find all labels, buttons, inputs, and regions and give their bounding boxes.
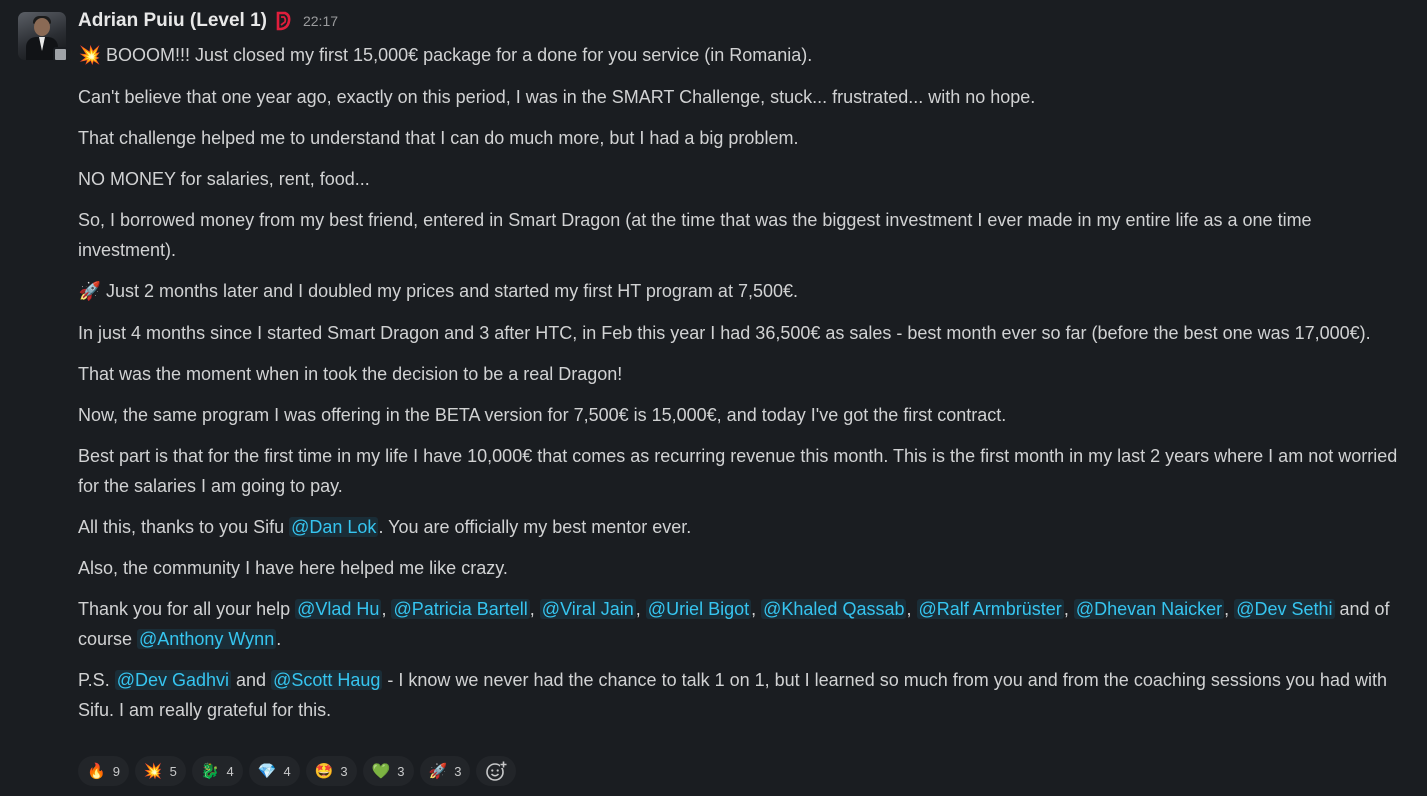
reaction-count: 4 [226,763,234,779]
message-paragraph: NO MONEY for salaries, rent, food... [78,169,370,189]
message-paragraph: Thank you for all your help @Vlad Hu, @P… [78,599,1390,649]
reaction-fire[interactable]: 🔥 9 [78,756,129,786]
message-paragraph: Best part is that for the first time in … [78,446,1398,496]
presence-status-icon [53,47,68,62]
reaction-dragon[interactable]: 🐉 4 [191,756,243,786]
dragon-badge-icon [276,11,291,31]
mention-link[interactable]: @Khaled Qassab [761,599,907,619]
message-paragraph: Also, the community I have here helped m… [78,558,508,578]
star-struck-icon: 🤩 [314,762,334,780]
rocket-emoji-icon: 🚀 [78,281,102,302]
collision-icon: 💥 [143,762,163,780]
reaction-gem[interactable]: 💎 4 [248,756,300,786]
mention-link[interactable]: @Patricia Bartell [391,599,530,619]
message-paragraph: 🚀 Just 2 months later and I doubled my pr… [78,276,1398,307]
fire-icon: 🔥 [87,762,106,780]
reaction-green-heart[interactable]: 💚 3 [362,756,414,786]
collision-emoji-icon: 💥 [78,45,102,66]
message-paragraph: Can't believe that one year ago, exactly… [78,87,1036,107]
green-heart-icon: 💚 [371,762,391,780]
mention-link[interactable]: @Uriel Bigot [645,599,752,619]
chat-message: Adrian Puiu (Level 1) 22:17 💥 BOOOM!!! Ju… [0,0,1427,796]
message-timestamp[interactable]: 22:17 [303,13,338,29]
mention-link[interactable]: @Anthony Wynn [137,629,277,649]
rocket-icon: 🚀 [428,762,448,780]
reaction-count: 4 [283,763,291,779]
message-paragraph: That was the moment when in took the dec… [78,364,623,384]
dragon-icon: 🐉 [200,762,220,780]
mention-link[interactable]: @Viral Jain [539,599,636,619]
gem-icon: 💎 [257,762,277,780]
reaction-count: 5 [169,763,177,779]
message-paragraph: Now, the same program I was offering in … [78,405,1007,425]
mention-link[interactable]: @Vlad Hu [295,599,382,619]
add-reaction-button[interactable] [476,756,517,786]
message-paragraph: 💥 BOOOM!!! Just closed my first 15,000€ p… [78,40,1398,71]
mention-link[interactable]: @Dan Lok [289,517,379,537]
message-paragraph: P.S. @Dev Gadhvi and @Scott Haug - I kno… [78,670,1387,720]
message-paragraph: That challenge helped me to understand t… [78,128,799,148]
mention-link[interactable]: @Dev Sethi [1234,599,1335,619]
reaction-count: 3 [397,763,405,779]
reaction-count: 3 [340,763,348,779]
mention-link[interactable]: @Dhevan Naicker [1073,599,1225,619]
message-body: 💥 BOOOM!!! Just closed my first 15,000€ p… [78,40,1398,736]
mention-link[interactable]: @Ralf Armbrüster [916,599,1064,619]
reaction-rocket[interactable]: 🚀 3 [419,756,471,786]
reaction-star-struck[interactable]: 🤩 3 [305,756,357,786]
add-reaction-icon [486,761,508,781]
message-paragraph: All this, thanks to you Sifu @Dan Lok. Y… [78,517,692,537]
mention-link[interactable]: @Scott Haug [271,670,383,690]
message-paragraph: In just 4 months since I started Smart D… [78,323,1371,343]
message-header: Adrian Puiu (Level 1) 22:17 [78,9,338,33]
author-name[interactable]: Adrian Puiu (Level 1) [78,10,267,32]
reactions-bar: 🔥 9 💥 5 🐉 4 💎 4 🤩 3 💚 3 🚀 3 [78,756,517,786]
reaction-count: 9 [112,763,120,779]
message-paragraph: So, I borrowed money from my best friend… [78,210,1312,260]
reaction-collision[interactable]: 💥 5 [134,756,186,786]
reaction-count: 3 [454,763,462,779]
mention-link[interactable]: @Dev Gadhvi [114,670,232,690]
